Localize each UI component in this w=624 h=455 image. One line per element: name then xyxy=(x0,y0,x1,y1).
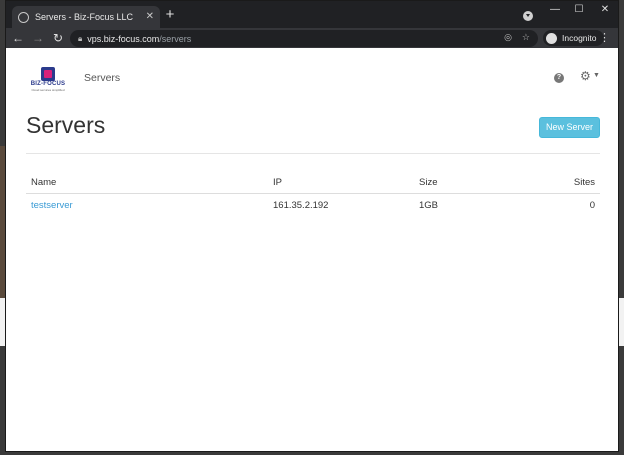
omnibox-actions: ◎ ☆ xyxy=(504,32,530,43)
logo-mark xyxy=(41,67,55,81)
column-header-name: Name xyxy=(31,177,57,188)
logo-tagline: Cloud services simplified xyxy=(31,88,65,92)
globe-icon xyxy=(18,11,29,23)
arrow-left-icon[interactable]: ← xyxy=(10,31,26,45)
nav-servers-link[interactable]: Servers xyxy=(84,72,120,84)
page-title: Servers xyxy=(26,112,106,138)
server-ip: 161.35.2.192 xyxy=(273,200,329,211)
browser-toolbar: ← → ↻ 🔒︎ vps.biz-focus.com /servers ◎ ☆ … xyxy=(6,28,618,48)
incognito-label: Incognito xyxy=(562,33,597,43)
help-icon[interactable]: ? xyxy=(554,73,564,83)
close-tab-icon[interactable]: ✕ xyxy=(146,12,154,22)
brand-logo[interactable]: BIZ-FOCUS Cloud services simplified xyxy=(29,67,67,92)
server-size: 1GB xyxy=(419,200,439,211)
eye-off-icon[interactable]: ◎ xyxy=(504,32,512,43)
reload-icon[interactable]: ↻ xyxy=(50,31,66,45)
minimize-button[interactable]: — xyxy=(548,4,562,15)
new-tab-button[interactable]: + xyxy=(162,7,178,23)
chevron-down-icon[interactable]: ▼ xyxy=(593,72,600,79)
close-window-button[interactable]: ✕ xyxy=(598,4,612,15)
url-path: /servers xyxy=(159,33,192,44)
tab-search-icon[interactable] xyxy=(523,11,533,21)
column-header-size: Size xyxy=(419,177,438,188)
kebab-icon[interactable]: ⋮ xyxy=(599,31,610,44)
servers-table: Name IP Size Sites testserver 161.35.2.1… xyxy=(26,172,600,216)
new-server-button[interactable]: New Server xyxy=(539,117,600,138)
tab-title: Servers - Biz-Focus LLC xyxy=(35,12,134,22)
browser-window: Servers - Biz-Focus LLC ✕ + — ☐ ✕ ← → ↻ … xyxy=(5,0,619,452)
arrow-right-icon[interactable]: → xyxy=(30,31,46,45)
table-header: Name IP Size Sites xyxy=(26,172,600,194)
page-content: BIZ-FOCUS Cloud services simplified Serv… xyxy=(6,48,618,451)
url-host: vps.biz-focus.com xyxy=(87,33,160,44)
divider xyxy=(26,153,600,154)
column-header-ip: IP xyxy=(273,177,282,188)
column-header-sites: Sites xyxy=(573,177,595,188)
incognito-badge[interactable]: Incognito xyxy=(543,30,604,46)
star-icon[interactable]: ☆ xyxy=(522,32,530,43)
logo-text: BIZ-FOCUS xyxy=(30,81,66,87)
lock-icon: 🔒︎ xyxy=(78,33,83,43)
tab-strip: Servers - Biz-Focus LLC ✕ + — ☐ ✕ xyxy=(6,1,618,28)
address-bar[interactable]: 🔒︎ vps.biz-focus.com /servers ◎ ☆ xyxy=(70,30,538,47)
table-row: testserver 161.35.2.192 1GB 0 xyxy=(26,194,600,216)
tab-servers[interactable]: Servers - Biz-Focus LLC ✕ xyxy=(12,6,160,28)
incognito-icon xyxy=(546,32,557,44)
server-sites-count: 0 xyxy=(589,200,595,211)
server-name-link[interactable]: testserver xyxy=(31,200,73,211)
maximize-button[interactable]: ☐ xyxy=(572,4,586,15)
gear-icon[interactable]: ⚙ xyxy=(580,69,591,83)
